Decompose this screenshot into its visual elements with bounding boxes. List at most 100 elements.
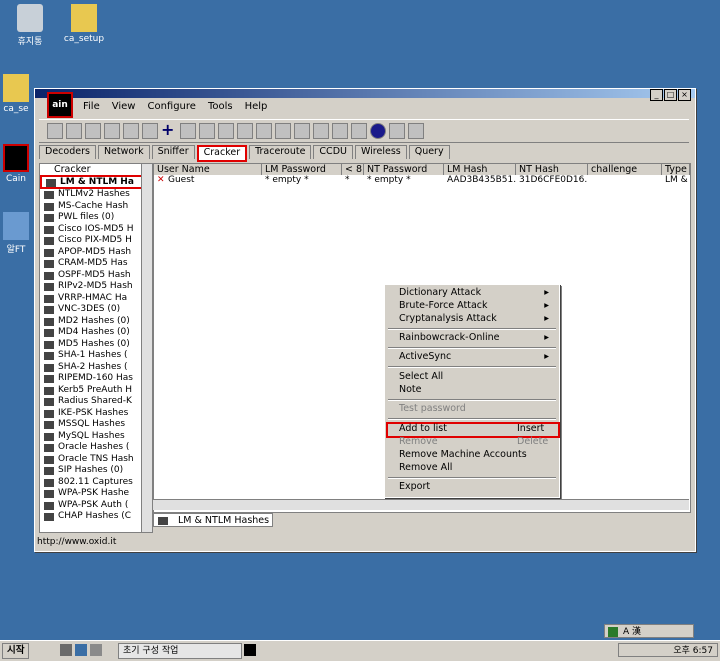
tree-item[interactable]: SIP Hashes (0) [40,465,152,477]
start-button[interactable]: 시작 [2,643,30,659]
recycle-icon[interactable] [180,123,196,139]
bottom-tab-lm-ntlm[interactable]: LM & NTLM Hashes [153,513,273,527]
add-icon[interactable]: + [161,122,177,139]
tab-wireless[interactable]: Wireless [354,145,407,159]
tree-item[interactable]: MS-Cache Hash [40,201,152,213]
tab-network[interactable]: Network [97,145,150,159]
radiation-icon[interactable] [85,123,101,139]
tree-item[interactable]: CHAP Hashes (C [40,511,152,523]
minimize-button[interactable]: _ [650,89,663,101]
menu-item-dictionary-attack[interactable]: Dictionary Attack ▸ [399,287,549,299]
base64-icon[interactable] [199,123,215,139]
cisco-icon[interactable] [218,123,234,139]
tab-decoders[interactable]: Decoders [39,145,96,159]
tree-item[interactable]: Kerb5 PreAuth H [40,385,152,397]
menu-item-cryptanalysis-attack[interactable]: Cryptanalysis Attack ▸ [399,313,549,325]
menu-item-remove-machine-accounts[interactable]: Remove Machine Accounts [399,449,549,461]
tree-item[interactable]: SHA-1 Hashes ( [40,350,152,362]
column-header-lm-hash[interactable]: LM Hash [444,164,516,175]
table-row[interactable]: ✕ Guest * empty * * * empty * AAD3B435B5… [154,175,690,186]
menu-item-note[interactable]: Note [399,384,549,396]
menu-view[interactable]: View [112,101,136,117]
key-icon[interactable] [351,123,367,139]
menu-configure[interactable]: Configure [147,101,195,117]
column-header-type[interactable]: Type [662,164,690,175]
tower-icon[interactable] [408,123,424,139]
tree-item[interactable]: Cisco PIX-MD5 H [40,235,152,247]
tree-item[interactable]: SHA-2 Hashes ( [40,362,152,374]
desktop-icon-ca-se[interactable]: ca_se [0,74,38,114]
tree-item[interactable]: MySQL Hashes [40,431,152,443]
md5-icon[interactable] [294,123,310,139]
tree-item[interactable]: WPA-PSK Hashe [40,488,152,500]
tab-sniffer[interactable]: Sniffer [151,145,195,159]
tree-item[interactable]: OSPF-MD5 Hash [40,270,152,282]
show-desktop-icon[interactable] [60,644,72,656]
chall-spoof-icon[interactable] [123,123,139,139]
calculator-icon[interactable] [256,123,272,139]
info-icon[interactable] [370,123,386,139]
tree-item[interactable]: VNC-3DES (0) [40,304,152,316]
menu-help[interactable]: Help [245,101,268,117]
horizontal-scrollbar[interactable] [153,499,689,510]
open-icon[interactable] [47,123,63,139]
tree-root[interactable]: Cracker [40,164,152,175]
tree-item[interactable]: 802.11 Captures [40,477,152,489]
menu-item-brute-force-attack[interactable]: Brute-Force Attack ▸ [399,300,549,312]
tree-item[interactable]: APOP-MD5 Hash [40,247,152,259]
tree-item[interactable]: WPA-PSK Auth ( [40,500,152,512]
tree-item[interactable]: Radius Shared-K [40,396,152,408]
task-initial-config[interactable]: 초기 구성 작업 [118,643,242,659]
maximize-button[interactable]: □ [664,89,677,101]
network-icon[interactable] [332,123,348,139]
desktop-icon-recycle-bin[interactable]: 휴지통 [0,4,60,47]
tab-query[interactable]: Query [408,145,450,159]
save-icon[interactable] [66,123,82,139]
column-header-nt-password[interactable]: NT Password [364,164,444,175]
ie-icon[interactable] [75,644,87,656]
tree-item[interactable]: MD4 Hashes (0) [40,327,152,339]
tree-item[interactable]: Cisco IOS-MD5 H [40,224,152,236]
tree-scrollbar[interactable] [141,164,152,532]
server-manager-icon[interactable] [90,644,102,656]
column-header-lm-password[interactable]: LM Password [262,164,342,175]
clock[interactable]: 오후 6:57 [673,646,713,656]
menu-tools[interactable]: Tools [208,101,233,117]
menu-item-activesync[interactable]: ActiveSync ▸ [399,351,549,363]
column-header-user-name[interactable]: User Name [154,164,262,175]
column-header-lt8[interactable]: < 8 [342,164,364,175]
tree-item[interactable]: MSSQL Hashes [40,419,152,431]
menu-item-select-all[interactable]: Select All [399,371,549,383]
title-bar[interactable] [35,89,695,98]
help-icon[interactable] [389,123,405,139]
tree-item[interactable]: PWL files (0) [40,212,152,224]
cmd-task-icon[interactable] [244,644,256,656]
tree-item[interactable]: CRAM-MD5 Has [40,258,152,270]
tree-item[interactable]: RIPv2-MD5 Hash [40,281,152,293]
lock-icon[interactable] [313,123,329,139]
tree-item[interactable]: MD5 Hashes (0) [40,339,152,351]
tab-ccdu[interactable]: CCDU [313,145,353,159]
menu-file[interactable]: File [83,101,100,117]
menu-item-export[interactable]: Export [399,481,549,493]
tree-item-lm-ntlm-hashes[interactable]: LM & NTLM Ha [40,175,152,189]
tree-item[interactable]: NTLMv2 Hashes [40,189,152,201]
ntlm-challenge-icon[interactable] [142,123,158,139]
hash-icon[interactable] [237,123,253,139]
tree-item[interactable]: Oracle TNS Hash [40,454,152,466]
desktop-icon-cain[interactable]: Cain [0,144,38,184]
desktop-icon-ca-setup[interactable]: ca_setup [54,4,114,44]
menu-item-remove-all[interactable]: Remove All [399,462,549,474]
tree-item[interactable]: MD2 Hashes (0) [40,316,152,328]
terminal-icon[interactable] [275,123,291,139]
menu-item-rainbowcrack-online[interactable]: Rainbowcrack-Online ▸ [399,332,549,344]
desktop-icon-alft[interactable]: 알FT [0,212,38,255]
tree-item[interactable]: VRRP-HMAC Ha [40,293,152,305]
column-header-challenge[interactable]: challenge [588,164,662,175]
tab-traceroute[interactable]: Traceroute [249,145,312,159]
ntlm-auth-icon[interactable] [104,123,120,139]
column-header-nt-hash[interactable]: NT Hash [516,164,588,175]
tree-item[interactable]: RIPEMD-160 Has [40,373,152,385]
menu-item-add-to-list[interactable]: Add to list Insert [399,423,549,435]
tree-item[interactable]: IKE-PSK Hashes [40,408,152,420]
